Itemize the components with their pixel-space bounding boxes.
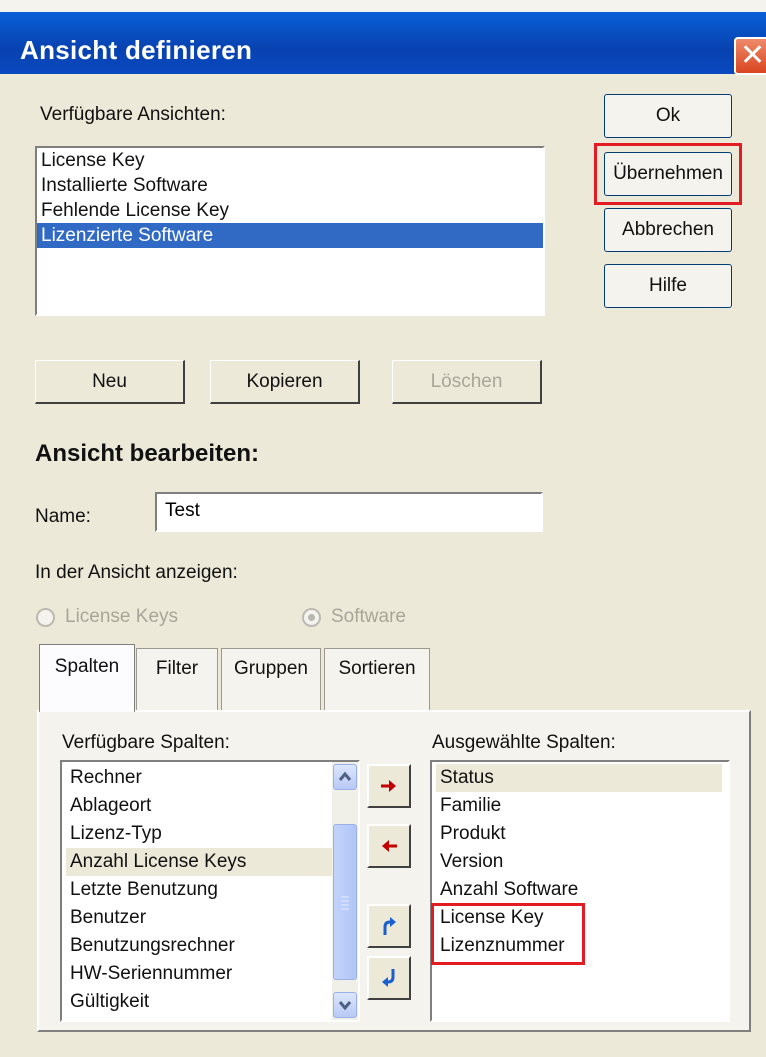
selected-columns-listbox[interactable]: Status Familie Produkt Version Anzahl So… — [430, 760, 730, 1022]
close-button[interactable]: ✕ — [734, 37, 766, 75]
available-column-item[interactable]: Letzte Benutzung — [66, 876, 332, 904]
scroll-down-button[interactable] — [333, 992, 357, 1018]
arrow-left-icon — [382, 840, 397, 852]
move-down-button[interactable] — [367, 956, 411, 1000]
views-list-item[interactable]: Installierte Software — [37, 173, 543, 198]
ok-button[interactable]: Ok — [604, 94, 732, 138]
available-columns-label: Verfügbare Spalten: — [62, 732, 230, 753]
available-column-item-highlighted[interactable]: Anzahl License Keys — [66, 848, 332, 876]
selected-columns-label: Ausgewählte Spalten: — [432, 732, 616, 753]
chevron-up-icon — [338, 771, 352, 781]
delete-view-button[interactable]: Löschen — [392, 360, 542, 404]
name-label: Name: — [35, 506, 91, 527]
vertical-scrollbar[interactable] — [332, 762, 358, 1020]
copy-view-button[interactable]: Kopieren — [210, 360, 360, 404]
selected-column-item-highlighted[interactable]: Status — [436, 764, 722, 792]
name-input[interactable]: Test — [155, 492, 543, 532]
dialog-window: Ansicht definieren ✕ Verfügbare Ansichte… — [0, 0, 766, 1057]
move-up-button[interactable] — [367, 904, 411, 948]
available-column-item[interactable]: Gültigkeit — [66, 988, 332, 1016]
radio-selected-dot — [308, 614, 315, 621]
available-column-item[interactable]: Lizenz-Typ — [66, 820, 332, 848]
apply-highlight-box — [594, 143, 742, 205]
close-icon: ✕ — [740, 39, 766, 72]
add-column-button[interactable] — [367, 764, 411, 808]
selected-column-item[interactable]: Produkt — [436, 820, 722, 848]
remove-column-button[interactable] — [367, 824, 411, 868]
thumb-grip-icon — [341, 896, 349, 910]
title-bar[interactable]: Ansicht definieren ✕ — [0, 12, 766, 75]
chevron-down-icon — [338, 1001, 352, 1011]
tab-groups[interactable]: Gruppen — [221, 648, 321, 710]
arrow-right-icon — [381, 780, 396, 792]
help-button[interactable]: Hilfe — [604, 264, 732, 308]
license-highlight-box — [431, 903, 585, 965]
tab-filter[interactable]: Filter — [136, 648, 218, 710]
cancel-button[interactable]: Abbrechen — [604, 208, 732, 252]
available-columns-listbox[interactable]: Rechner Ablageort Lizenz-Typ Anzahl Lice… — [60, 760, 360, 1022]
available-column-item[interactable]: Benutzungsrechner — [66, 932, 332, 960]
radio-license-keys-label: License Keys — [65, 606, 179, 627]
views-list-item-selected[interactable]: Lizenzierte Software — [37, 223, 543, 248]
move-down-icon — [382, 969, 395, 987]
show-in-view-label: In der Ansicht anzeigen: — [35, 562, 238, 583]
scroll-up-button[interactable] — [333, 764, 357, 790]
available-column-item[interactable]: Rechner — [66, 764, 332, 792]
tab-columns[interactable]: Spalten — [39, 644, 135, 712]
radio-license-keys[interactable] — [36, 608, 55, 627]
views-list-item[interactable]: License Key — [37, 148, 543, 173]
edit-view-heading: Ansicht bearbeiten: — [35, 440, 260, 467]
views-listbox[interactable]: License Key Installierte Software Fehlen… — [35, 146, 545, 316]
radio-software[interactable] — [302, 608, 321, 627]
dialog-title: Ansicht definieren — [20, 35, 253, 65]
radio-software-label: Software — [331, 606, 406, 627]
available-column-item[interactable]: Ablageort — [66, 792, 332, 820]
new-view-button[interactable]: Neu — [35, 360, 185, 404]
move-up-icon — [383, 917, 396, 935]
selected-column-item[interactable]: Anzahl Software — [436, 876, 722, 904]
available-column-item[interactable]: Benutzer — [66, 904, 332, 932]
scroll-thumb[interactable] — [333, 824, 357, 980]
available-column-item[interactable]: HW-Seriennummer — [66, 960, 332, 988]
views-list-item[interactable]: Fehlende License Key — [37, 198, 543, 223]
tab-sort[interactable]: Sortieren — [324, 648, 430, 710]
selected-column-item[interactable]: Familie — [436, 792, 722, 820]
available-views-label: Verfügbare Ansichten: — [40, 104, 226, 125]
selected-column-item[interactable]: Version — [436, 848, 722, 876]
